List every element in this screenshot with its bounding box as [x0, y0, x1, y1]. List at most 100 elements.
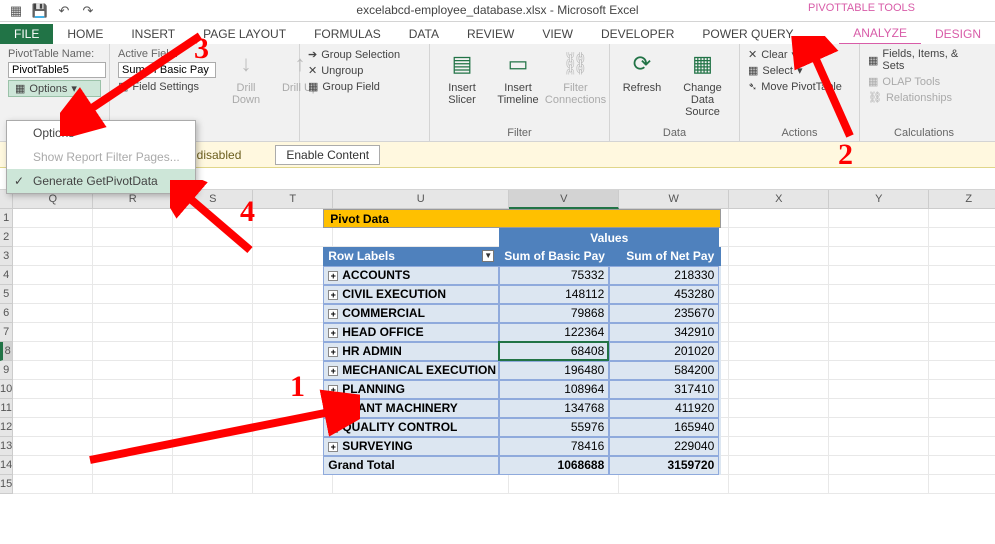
pivot-row[interactable]: +SURVEYING78416229040 [323, 437, 721, 456]
insert-timeline-button[interactable]: ▭Insert Timeline [494, 48, 542, 106]
row-header-11[interactable]: 11 [0, 399, 12, 418]
pivot-basic-pay: 134768 [499, 399, 609, 418]
row-header-14[interactable]: 14 [0, 456, 12, 475]
col-basic-pay-header: Sum of Basic Pay [499, 247, 609, 266]
col-header-U[interactable]: U [333, 190, 509, 209]
tab-data[interactable]: DATA [395, 24, 453, 44]
pivot-row-label: +COMMERCIAL [323, 304, 499, 323]
row-labels-dropdown-icon[interactable]: ▼ [482, 250, 494, 262]
cells-area[interactable]: Pivot Data Values Row Labels▼ Sum of Bas… [13, 209, 995, 494]
pivot-net-pay: 411920 [609, 399, 719, 418]
row-header-5[interactable]: 5 [0, 285, 12, 304]
tab-view[interactable]: VIEW [528, 24, 587, 44]
save-icon[interactable]: 💾 [32, 3, 48, 19]
pivot-name-input[interactable] [8, 62, 106, 78]
expand-icon[interactable]: + [328, 328, 338, 338]
drill-down-button: ↓Drill Down [222, 48, 270, 106]
pivot-row[interactable]: +PLANNING108964317410 [323, 380, 721, 399]
row-header-7[interactable]: 7 [0, 323, 12, 342]
change-data-source-button[interactable]: ▦Change Data Source [674, 48, 731, 118]
pivot-row-label: +PLANT MACHINERY [323, 399, 499, 418]
pivot-row[interactable]: +ACCOUNTS75332218330 [323, 266, 721, 285]
pivot-row[interactable]: +CIVIL EXECUTION148112453280 [323, 285, 721, 304]
group-field-button[interactable]: ▦ Group Field [308, 80, 421, 93]
field-settings-label: Field Settings [132, 81, 199, 93]
row-header-3[interactable]: 3 [0, 247, 12, 266]
contextual-tools-label: PIVOTTABLE TOOLS [788, 0, 935, 16]
row-labels-header[interactable]: Row Labels▼ [323, 247, 499, 266]
pivot-row[interactable]: +QUALITY CONTROL55976165940 [323, 418, 721, 437]
tab-file[interactable]: FILE [0, 24, 53, 44]
pivot-row[interactable]: +HR ADMIN68408201020 [323, 342, 721, 361]
tab-review[interactable]: REVIEW [453, 24, 528, 44]
tab-analyze[interactable]: ANALYZE [839, 23, 921, 44]
field-settings-button[interactable]: ▦ Field Settings [118, 80, 216, 93]
group-filter: ▤Insert Slicer ▭Insert Timeline ⛓Filter … [430, 44, 610, 141]
refresh-button[interactable]: ⟳Refresh [618, 48, 666, 118]
ungroup-button[interactable]: ✕ Ungroup [308, 64, 421, 77]
row-header-15[interactable]: 15 [0, 475, 12, 494]
row-header-10[interactable]: 10 [0, 380, 12, 399]
pivot-row[interactable]: +COMMERCIAL79868235670 [323, 304, 721, 323]
tab-formulas[interactable]: FORMULAS [300, 24, 395, 44]
tab-home[interactable]: HOME [53, 24, 117, 44]
col-header-Z[interactable]: Z [929, 190, 995, 209]
tab-developer[interactable]: DEVELOPER [587, 24, 688, 44]
row-header-2[interactable]: 2 [0, 228, 12, 247]
expand-icon[interactable]: + [328, 366, 338, 376]
expand-icon[interactable]: + [328, 290, 338, 300]
menu-show-report-pages: Show Report Filter Pages... [7, 145, 195, 169]
insert-slicer-button[interactable]: ▤Insert Slicer [438, 48, 486, 106]
pivot-row[interactable]: +HEAD OFFICE122364342910 [323, 323, 721, 342]
row-header-6[interactable]: 6 [0, 304, 12, 323]
expand-icon[interactable]: + [328, 385, 338, 395]
pivot-row[interactable]: +MECHANICAL EXECUTION196480584200 [323, 361, 721, 380]
row-header-13[interactable]: 13 [0, 437, 12, 456]
redo-icon[interactable]: ↷ [80, 3, 96, 19]
col-header-X[interactable]: X [729, 190, 829, 209]
row-header-8[interactable]: 8 [0, 342, 12, 361]
undo-icon[interactable]: ↶ [56, 3, 72, 19]
expand-icon[interactable]: + [328, 271, 338, 281]
expand-icon[interactable]: + [328, 442, 338, 452]
fields-items-button[interactable]: ▦ Fields, Items, & Sets [868, 48, 980, 72]
col-header-T[interactable]: T [253, 190, 333, 209]
grand-total-basic: 1068688 [499, 456, 609, 475]
clear-button[interactable]: ✕ Clear ▾ [748, 48, 851, 61]
active-field-input[interactable] [118, 62, 216, 78]
excel-icon: ▦ [8, 3, 24, 19]
enable-content-button[interactable]: Enable Content [275, 145, 380, 165]
menu-generate-getpivotdata[interactable]: ✓Generate GetPivotData [7, 169, 195, 193]
move-pivot-button[interactable]: ➴ Move PivotTable [748, 80, 851, 93]
col-header-W[interactable]: W [619, 190, 729, 209]
tab-powerquery[interactable]: POWER QUERY [688, 24, 807, 44]
row-header-4[interactable]: 4 [0, 266, 12, 285]
expand-icon[interactable]: + [328, 423, 338, 433]
group-selection-button[interactable]: ➔ Group Selection [308, 48, 421, 61]
expand-icon[interactable]: + [328, 404, 338, 414]
pivot-basic-pay: 75332 [499, 266, 609, 285]
expand-icon[interactable]: + [328, 347, 338, 357]
pivot-row-label: +MECHANICAL EXECUTION [323, 361, 499, 380]
menu-options[interactable]: Options [7, 121, 195, 145]
row-header-12[interactable]: 12 [0, 418, 12, 437]
pivot-row[interactable]: +PLANT MACHINERY134768411920 [323, 399, 721, 418]
group-data: ⟳Refresh ▦Change Data Source Data [610, 44, 740, 141]
tab-insert[interactable]: INSERT [117, 24, 189, 44]
grand-total-net: 3159720 [609, 456, 719, 475]
options-button[interactable]: ▦ Options ▾ [8, 80, 101, 97]
row-header-9[interactable]: 9 [0, 361, 12, 380]
col-header-V[interactable]: V [509, 190, 619, 209]
options-dropdown: Options Show Report Filter Pages... ✓Gen… [6, 120, 196, 194]
tab-design[interactable]: DESIGN [921, 24, 995, 44]
ribbon-tabs: FILE HOME INSERT PAGE LAYOUT FORMULAS DA… [0, 22, 995, 44]
ungroup-label: Ungroup [321, 65, 363, 77]
pivot-basic-pay: 68408 [499, 342, 609, 361]
col-header-Y[interactable]: Y [829, 190, 929, 209]
select-button[interactable]: ▦ Select ▾ [748, 64, 851, 77]
tab-pagelayout[interactable]: PAGE LAYOUT [189, 24, 300, 44]
pivot-row-label: +PLANNING [323, 380, 499, 399]
expand-icon[interactable]: + [328, 309, 338, 319]
row-header-1[interactable]: 1 [0, 209, 12, 228]
pivot-name-label: PivotTable Name: [8, 48, 101, 60]
